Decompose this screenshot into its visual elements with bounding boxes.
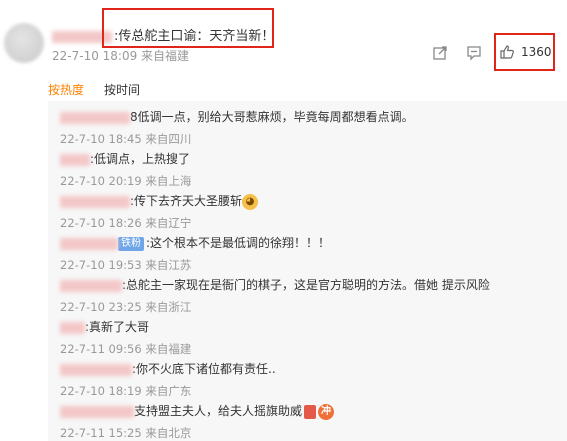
fan-badge: 铁粉 (118, 236, 144, 251)
reply-item: 支持盟主夫人，给夫人摇旗助威冲 22-7-11 15:25 来自北京 (60, 403, 335, 441)
reply-meta: 22-7-10 18:19 来自广东 (60, 384, 192, 398)
sort-by-time-tab[interactable]: 按时间 (104, 81, 140, 98)
replies-panel: 8低调一点，别给大哥惹麻烦，毕竟每周都想看点调。 22-7-10 18:45 来… (48, 101, 567, 441)
reply-meta: 22-7-11 15:25 来自北京 (60, 426, 192, 440)
share-icon (433, 46, 447, 60)
flag-emoji-icon (304, 404, 317, 419)
reply-meta: 22-7-10 18:45 来自四川 (60, 132, 192, 146)
reply-item: 8低调一点，别给大哥惹麻烦，毕竟每周都想看点调。 22-7-10 18:45 来… (60, 109, 414, 147)
like-count: 1360 (521, 45, 552, 59)
username-redacted[interactable] (60, 195, 130, 208)
reply-text: :真新了大哥 (60, 319, 191, 335)
sort-by-hot-tab[interactable]: 按热度 (48, 81, 84, 98)
reply-meta: 22-7-10 19:53 来自江苏 (60, 258, 192, 272)
tiger-emoji-icon: ◕ (242, 193, 259, 210)
reply-text: :你不火底下诸位都有责任.. (60, 361, 276, 377)
reply-meta: 22-7-10 23:25 来自浙江 (60, 300, 192, 314)
reply-item: :低调点，上热搜了 22-7-10 20:19 来自上海 (60, 151, 191, 189)
reply-item: :总舵主一家现在是衙门的棋子，这是官方聪明的方法。借她 提示风险 22-7-10… (60, 277, 490, 315)
comment-icon (467, 46, 481, 61)
username-redacted[interactable] (60, 279, 122, 292)
reply-text: 铁粉:这个根本不是最低调的徐翔！！！ (60, 235, 330, 251)
reply-meta: 22-7-10 18:26 来自辽宁 (60, 216, 192, 230)
username-redacted[interactable] (60, 237, 118, 250)
post-meta: 22-7-10 18:09 来自福建 (52, 49, 190, 63)
reply-text: :传下去齐天大圣腰斩 ◕ (60, 193, 259, 210)
username-redacted[interactable] (60, 363, 132, 376)
highlight-box-post (102, 8, 274, 48)
avatar[interactable] (4, 23, 44, 63)
reply-text: 支持盟主夫人，给夫人摇旗助威冲 (60, 403, 335, 420)
username-redacted[interactable] (60, 111, 130, 124)
reply-text: :低调点，上热搜了 (60, 151, 191, 167)
reply-item: :你不火底下诸位都有责任.. 22-7-10 18:19 来自广东 (60, 361, 276, 399)
reply-item: :传下去齐天大圣腰斩 ◕ 22-7-10 18:26 来自辽宁 (60, 193, 259, 231)
reply-item: :真新了大哥 22-7-11 09:56 来自福建 (60, 319, 191, 357)
reply-meta: 22-7-10 20:19 来自上海 (60, 174, 192, 188)
reply-meta: 22-7-11 09:56 来自福建 (60, 342, 192, 356)
reply-text: :总舵主一家现在是衙门的棋子，这是官方聪明的方法。借她 提示风险 (60, 277, 490, 293)
username-redacted[interactable] (60, 153, 90, 166)
like-button[interactable]: 1360 (494, 33, 555, 71)
reply-item: 铁粉:这个根本不是最低调的徐翔！！！ 22-7-10 19:53 来自江苏 (60, 235, 330, 273)
thumbs-up-icon (500, 45, 514, 59)
chong-emoji-icon: 冲 (318, 403, 335, 420)
username-redacted[interactable] (60, 405, 134, 418)
comment-button[interactable] (466, 45, 482, 65)
reply-text: 8低调一点，别给大哥惹麻烦，毕竟每周都想看点调。 (60, 109, 414, 125)
username-redacted[interactable] (60, 321, 85, 334)
share-button[interactable] (432, 45, 448, 65)
